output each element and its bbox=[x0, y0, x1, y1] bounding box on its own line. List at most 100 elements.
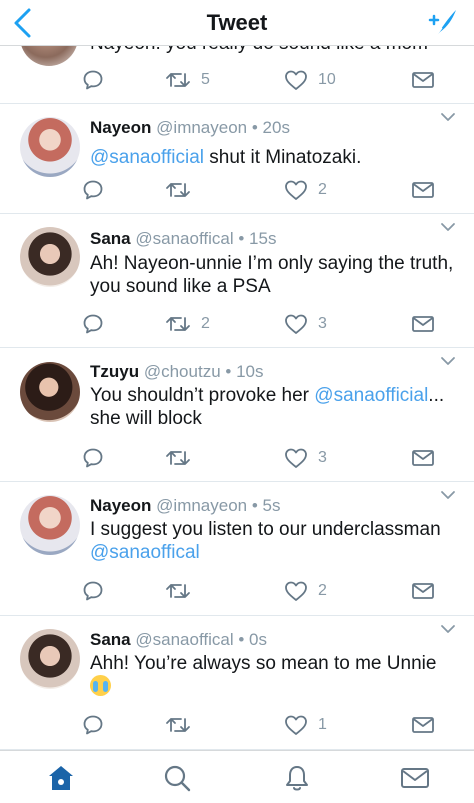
heart-icon bbox=[285, 314, 307, 334]
direct-message-button[interactable] bbox=[411, 66, 435, 94]
chevron-down-icon[interactable] bbox=[440, 112, 456, 122]
author-name[interactable]: Nayeon bbox=[90, 118, 151, 137]
reply-button[interactable] bbox=[82, 577, 104, 605]
partial-tweet[interactable]: Nayeon: you really do sound like a mom 5… bbox=[0, 46, 474, 104]
like-count: 3 bbox=[318, 449, 327, 466]
reply-button[interactable] bbox=[82, 176, 104, 204]
retweet-button[interactable]: 2 bbox=[165, 310, 210, 338]
like-count: 2 bbox=[318, 181, 327, 198]
author-name[interactable]: Sana bbox=[90, 229, 131, 248]
author-name[interactable]: Sana bbox=[90, 630, 131, 649]
retweet-button[interactable]: 5 bbox=[165, 66, 210, 94]
avatar[interactable] bbox=[20, 362, 80, 422]
avatar[interactable] bbox=[20, 227, 80, 287]
like-button[interactable]: 2 bbox=[284, 176, 327, 204]
retweet-icon bbox=[166, 584, 190, 598]
tweet-text: Nayeon: you really do sound like a mom bbox=[90, 46, 428, 55]
home-icon[interactable] bbox=[46, 763, 76, 793]
direct-message-button[interactable] bbox=[411, 310, 435, 338]
tweet-text: @sanaofficial shut it Minatozaki. bbox=[90, 146, 462, 169]
tweet-item[interactable]: Sana @sanaoffical • 0s Ahh! You’re alway… bbox=[0, 616, 474, 750]
search-icon[interactable] bbox=[162, 763, 192, 793]
reply-button[interactable] bbox=[82, 444, 104, 472]
tweet-item[interactable]: Nayeon @imnayeon • 20s @sanaofficial shu… bbox=[0, 104, 474, 214]
avatar[interactable] bbox=[20, 117, 80, 177]
reply-icon bbox=[83, 715, 103, 735]
envelope-icon bbox=[412, 182, 434, 198]
retweet-button[interactable] bbox=[165, 711, 201, 739]
reply-button[interactable] bbox=[82, 310, 104, 338]
timestamp: 10s bbox=[236, 362, 264, 381]
author-handle[interactable]: @sanaoffical bbox=[135, 229, 233, 248]
tab-bar bbox=[0, 750, 474, 803]
separator-dot: • bbox=[251, 496, 258, 515]
tweet-actions: 2 3 bbox=[0, 310, 474, 338]
tweet-header: Tzuyu @choutzu • 10s bbox=[90, 362, 264, 382]
envelope-icon bbox=[412, 717, 434, 733]
mention-link[interactable]: @sanaofficial bbox=[314, 385, 428, 406]
envelope-icon bbox=[412, 316, 434, 332]
tweet-header: Sana @sanaoffical • 15s bbox=[90, 229, 276, 249]
like-count: 10 bbox=[318, 71, 336, 88]
reply-icon bbox=[83, 448, 103, 468]
retweet-button[interactable] bbox=[165, 577, 201, 605]
retweet-button[interactable] bbox=[165, 444, 201, 472]
chevron-down-icon[interactable] bbox=[440, 222, 456, 232]
bell-icon[interactable] bbox=[282, 763, 312, 793]
direct-message-button[interactable] bbox=[411, 176, 435, 204]
timestamp: 5s bbox=[262, 496, 281, 515]
direct-message-button[interactable] bbox=[411, 711, 435, 739]
author-handle[interactable]: @imnayeon bbox=[156, 496, 247, 515]
like-count: 3 bbox=[318, 315, 327, 332]
like-button[interactable]: 2 bbox=[284, 577, 327, 605]
tweet-item[interactable]: Tzuyu @choutzu • 10s You shouldn’t provo… bbox=[0, 348, 474, 482]
author-handle[interactable]: @sanaoffical bbox=[135, 630, 233, 649]
separator-dot: • bbox=[225, 362, 232, 381]
heart-icon bbox=[285, 581, 307, 601]
tweet-actions: 2 bbox=[0, 176, 474, 204]
chevron-down-icon[interactable] bbox=[440, 356, 456, 366]
compose-feather-icon[interactable] bbox=[422, 6, 460, 40]
reply-button[interactable] bbox=[82, 66, 104, 94]
reply-button[interactable] bbox=[82, 711, 104, 739]
like-button[interactable]: 10 bbox=[284, 66, 336, 94]
retweet-icon bbox=[166, 73, 190, 87]
retweet-icon bbox=[166, 317, 190, 331]
retweet-icon bbox=[166, 718, 190, 732]
envelope-icon bbox=[412, 583, 434, 599]
direct-message-button[interactable] bbox=[411, 577, 435, 605]
retweet-icon bbox=[166, 451, 190, 465]
envelope-icon[interactable] bbox=[400, 763, 430, 793]
retweet-icon bbox=[166, 183, 190, 197]
author-name[interactable]: Tzuyu bbox=[90, 362, 139, 381]
retweet-count: 5 bbox=[201, 71, 210, 88]
author-handle[interactable]: @imnayeon bbox=[156, 118, 247, 137]
tweet-actions: 3 bbox=[0, 444, 474, 472]
crying-face-emoji bbox=[90, 675, 111, 696]
chevron-down-icon[interactable] bbox=[440, 490, 456, 500]
timestamp: 0s bbox=[249, 630, 267, 649]
retweet-count: 2 bbox=[201, 315, 210, 332]
reply-icon bbox=[83, 180, 103, 200]
tweet-actions: 5 10 bbox=[0, 66, 474, 94]
tweet-header: Nayeon @imnayeon • 5s bbox=[90, 496, 281, 516]
retweet-button[interactable] bbox=[165, 176, 201, 204]
tweet-item[interactable]: Nayeon @imnayeon • 5s I suggest you list… bbox=[0, 482, 474, 616]
avatar[interactable] bbox=[20, 495, 80, 555]
mention-link[interactable]: @sanaofficial bbox=[90, 147, 204, 168]
mention-link[interactable]: @sanaoffical bbox=[90, 542, 200, 563]
chevron-down-icon[interactable] bbox=[440, 624, 456, 634]
like-button[interactable]: 3 bbox=[284, 444, 327, 472]
reply-icon bbox=[83, 314, 103, 334]
direct-message-button[interactable] bbox=[411, 444, 435, 472]
tweet-header: Sana @sanaoffical • 0s bbox=[90, 630, 267, 650]
like-button[interactable]: 1 bbox=[284, 711, 327, 739]
author-handle[interactable]: @choutzu bbox=[144, 362, 221, 381]
avatar[interactable] bbox=[20, 46, 78, 66]
timestamp: 20s bbox=[262, 118, 290, 137]
author-name[interactable]: Nayeon bbox=[90, 496, 151, 515]
avatar[interactable] bbox=[20, 629, 80, 689]
tweet-actions: 1 bbox=[0, 711, 474, 739]
tweet-item[interactable]: Sana @sanaoffical • 15s Ah! Nayeon-unnie… bbox=[0, 214, 474, 348]
like-button[interactable]: 3 bbox=[284, 310, 327, 338]
